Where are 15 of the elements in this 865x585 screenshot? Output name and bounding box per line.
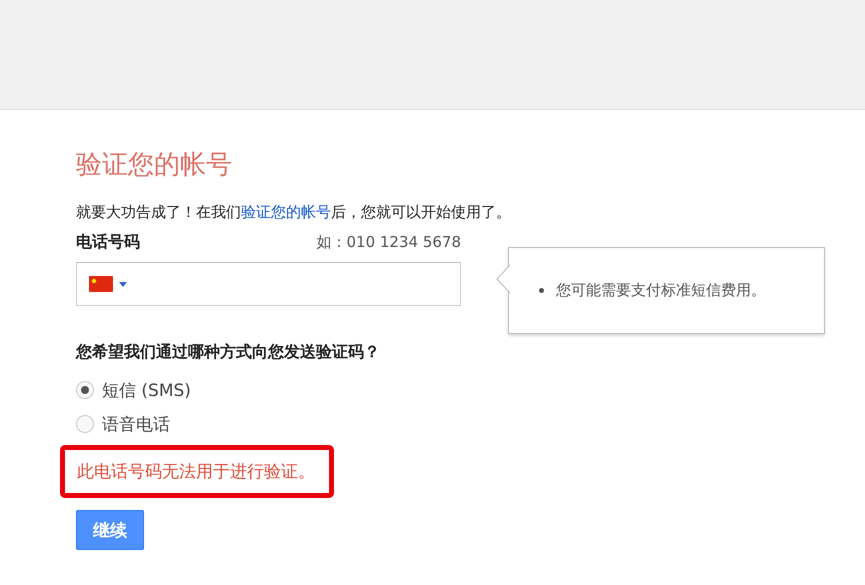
flag-icon[interactable] bbox=[89, 276, 113, 292]
phone-label: 电话号码 bbox=[76, 232, 141, 253]
radio-button[interactable] bbox=[76, 381, 94, 399]
caret-icon[interactable] bbox=[119, 282, 127, 286]
tooltip-text: 您可能需要支付标准短信费用。 bbox=[556, 281, 766, 300]
method-question: 您希望我们通过哪种方式向您发送验证码？ bbox=[76, 342, 381, 363]
verify-account-link[interactable]: 验证您的帐号 bbox=[241, 203, 331, 221]
page-title: 验证您的帐号 bbox=[76, 149, 233, 182]
phone-hint: 如：010 1234 5678 bbox=[316, 233, 461, 252]
phone-input-field[interactable] bbox=[76, 262, 461, 306]
radio-button[interactable] bbox=[76, 415, 94, 433]
error-message: 此电话号码无法用于进行验证。 bbox=[60, 445, 334, 498]
radio-label[interactable]: 语音电话 bbox=[102, 412, 170, 436]
intro-text: 就要大功告成了！在我们验证您的帐号后，您就可以开始使用了。 bbox=[76, 202, 512, 222]
radio-label[interactable]: 短信 (SMS) bbox=[102, 378, 191, 402]
